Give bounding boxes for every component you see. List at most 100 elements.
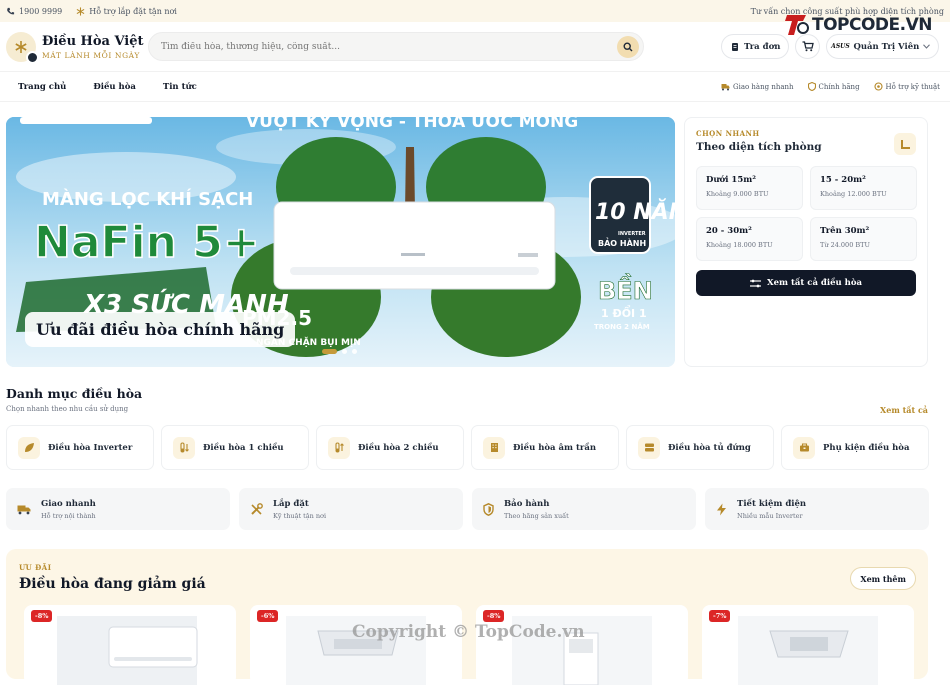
shield-icon xyxy=(807,82,816,91)
category-list: Điều hòa Inverter Điều hòa 1 chiều Điều … xyxy=(6,425,929,470)
discount-badge: -8% xyxy=(483,610,505,622)
hotline[interactable]: 1900 9999 xyxy=(6,7,62,16)
benefit-warranty: Bảo hành Theo hãng sản xuất xyxy=(472,488,696,530)
benefit-title: Lắp đặt xyxy=(273,498,309,509)
site-logo[interactable]: Điều Hòa Việt MÁT LÀNH MỖI NGÀY xyxy=(6,31,148,64)
track-order-label: Tra đơn xyxy=(744,41,781,52)
carousel-dot[interactable] xyxy=(352,349,357,354)
search-input[interactable] xyxy=(161,41,617,52)
benefit-sub: Theo hãng sản xuất xyxy=(504,511,569,520)
benefit-list: Giao nhanh Hỗ trợ nội thành Lắp đặt Kỹ thu… xyxy=(6,488,929,530)
user-menu[interactable]: ASUS Quản Trị Viên xyxy=(826,34,940,59)
thermometer-cold-icon xyxy=(173,436,195,459)
room-size-title: 15 - 20m² xyxy=(820,175,866,185)
server-icon xyxy=(638,436,660,459)
room-size-option[interactable]: 20 - 30m² Khoảng 18.000 BTU xyxy=(696,217,803,261)
banner-product-name: NaFin 5+ xyxy=(34,217,260,268)
truck-icon xyxy=(17,505,31,514)
cart-button[interactable] xyxy=(795,34,821,59)
product-card[interactable]: -8% xyxy=(24,605,236,685)
sale-kicker: ƯU ĐÃI xyxy=(19,563,52,572)
see-more-button[interactable]: Xem thêm xyxy=(850,567,916,590)
sale-section: ƯU ĐÃI Điều hòa đang giảm giá Xem thêm -… xyxy=(6,549,928,685)
search-icon xyxy=(623,41,633,51)
see-all-link[interactable]: Xem tất cả xyxy=(880,405,928,415)
phone-icon xyxy=(7,7,15,14)
logo-mark xyxy=(6,31,39,64)
room-size-title: Dưới 15m² xyxy=(706,175,756,185)
discount-badge: -7% xyxy=(709,610,731,622)
category-label: Điều hòa 1 chiều xyxy=(203,442,284,453)
product-card[interactable]: -8% xyxy=(476,605,688,685)
topcode-logo-text: TOPCODE.VN xyxy=(811,15,933,35)
snowflake-icon xyxy=(15,40,27,53)
quick-pick-panel: CHỌN NHANH Theo diện tích phòng Dưới 15m… xyxy=(684,117,928,367)
hero-banner[interactable]: VƯỢT KỲ VỌNG - THỎA ƯỚC MONG MÀNG LỌC KH… xyxy=(6,117,675,367)
room-size-option[interactable]: 15 - 20m² Khoảng 12.000 BTU xyxy=(810,166,917,210)
category-two-way[interactable]: Điều hòa 2 chiều xyxy=(316,425,464,470)
sliders-icon xyxy=(750,279,761,287)
benefit-title: Bảo hành xyxy=(504,498,550,509)
category-label: Điều hòa âm trần xyxy=(513,442,597,453)
leaf-icon xyxy=(18,436,40,459)
category-accessories[interactable]: Phụ kiện điều hòa xyxy=(781,425,929,470)
quick-title: Theo diện tích phòng xyxy=(696,141,822,153)
room-size-option[interactable]: Dưới 15m² Khoảng 9.000 BTU xyxy=(696,166,803,210)
main-nav: Trang chủ Điều hòa Tin tức Giao hàng nha… xyxy=(0,72,950,102)
install-text: Hỗ trợ lắp đặt tận nơi xyxy=(89,6,177,16)
product-list: -8% -6% -8% -7% xyxy=(24,605,914,685)
view-all-ac-button[interactable]: Xem tất cả điều hòa xyxy=(696,270,916,296)
benefit-sub: Nhiều mẫu Inverter xyxy=(737,511,803,520)
product-image xyxy=(738,616,878,685)
lightning-icon xyxy=(717,503,726,515)
discount-badge: -8% xyxy=(31,610,53,622)
banner-inverter-label: INVERTER xyxy=(618,231,646,237)
product-card[interactable]: -7% xyxy=(702,605,914,685)
perk-fast-delivery-label: Giao hàng nhanh xyxy=(732,82,794,91)
product-image xyxy=(57,616,198,685)
categories-title: Danh mục điều hòa xyxy=(6,386,143,401)
perk-genuine: Chính hãng xyxy=(807,82,860,91)
product-card[interactable]: -6% xyxy=(250,605,462,685)
benefit-fast-delivery: Giao nhanh Hỗ trợ nội thành xyxy=(6,488,230,530)
room-size-option[interactable]: Trên 30m² Từ 24.000 BTU xyxy=(810,217,917,261)
view-all-ac-label: Xem tất cả điều hòa xyxy=(767,278,862,288)
room-size-btu: Từ 24.000 BTU xyxy=(820,241,870,249)
chevron-down-icon xyxy=(923,44,931,49)
benefit-sub: Kỹ thuật tận nơi xyxy=(273,511,327,520)
carousel-dot[interactable] xyxy=(342,349,347,354)
search-button[interactable] xyxy=(617,35,639,58)
support-icon xyxy=(873,82,883,91)
perk-support: Hỗ trợ kỹ thuật xyxy=(873,82,940,91)
category-label: Điều hòa tủ đứng xyxy=(668,442,751,453)
product-image xyxy=(512,616,652,685)
discount-badge: -6% xyxy=(257,610,279,622)
shield-icon xyxy=(483,502,494,516)
perk-support-label: Hỗ trợ kỹ thuật xyxy=(885,82,940,91)
category-label: Điều hòa 2 chiều xyxy=(358,442,439,453)
category-inverter[interactable]: Điều hòa Inverter xyxy=(6,425,154,470)
thermometer-hot-icon xyxy=(328,436,350,459)
nav-air-conditioners[interactable]: Điều hòa xyxy=(93,82,136,92)
snowflake-icon xyxy=(76,6,85,16)
track-order-button[interactable]: Tra đơn xyxy=(721,34,790,59)
brand-name: Điều Hòa Việt xyxy=(42,33,144,49)
benefit-energy-saving: Tiết kiệm điện Nhiều mẫu Inverter xyxy=(705,488,929,530)
nav-home[interactable]: Trang chủ xyxy=(18,82,66,92)
banner-exchange-period: TRONG 2 NĂM xyxy=(594,322,650,331)
banner-warranty-label: BẢO HÀNH xyxy=(598,237,646,248)
category-one-way[interactable]: Điều hòa 1 chiều xyxy=(161,425,309,470)
room-size-title: 20 - 30m² xyxy=(706,226,752,236)
ruler-icon xyxy=(894,133,916,155)
category-floor-standing[interactable]: Điều hòa tủ đứng xyxy=(626,425,774,470)
search-bar xyxy=(148,32,644,61)
copyright-watermark: Copyright © TopCode.vn xyxy=(352,622,585,642)
phone-number: 1900 9999 xyxy=(19,6,63,16)
tools-icon xyxy=(251,502,263,515)
hero-caption: Ưu đãi điều hòa chính hãng xyxy=(25,312,296,347)
category-ceiling[interactable]: Điều hòa âm trần xyxy=(471,425,619,470)
category-label: Phụ kiện điều hòa xyxy=(823,442,910,453)
brand-slogan: MÁT LÀNH MỖI NGÀY xyxy=(42,50,140,60)
carousel-dot-active[interactable] xyxy=(322,349,337,354)
nav-news[interactable]: Tin tức xyxy=(163,82,197,92)
